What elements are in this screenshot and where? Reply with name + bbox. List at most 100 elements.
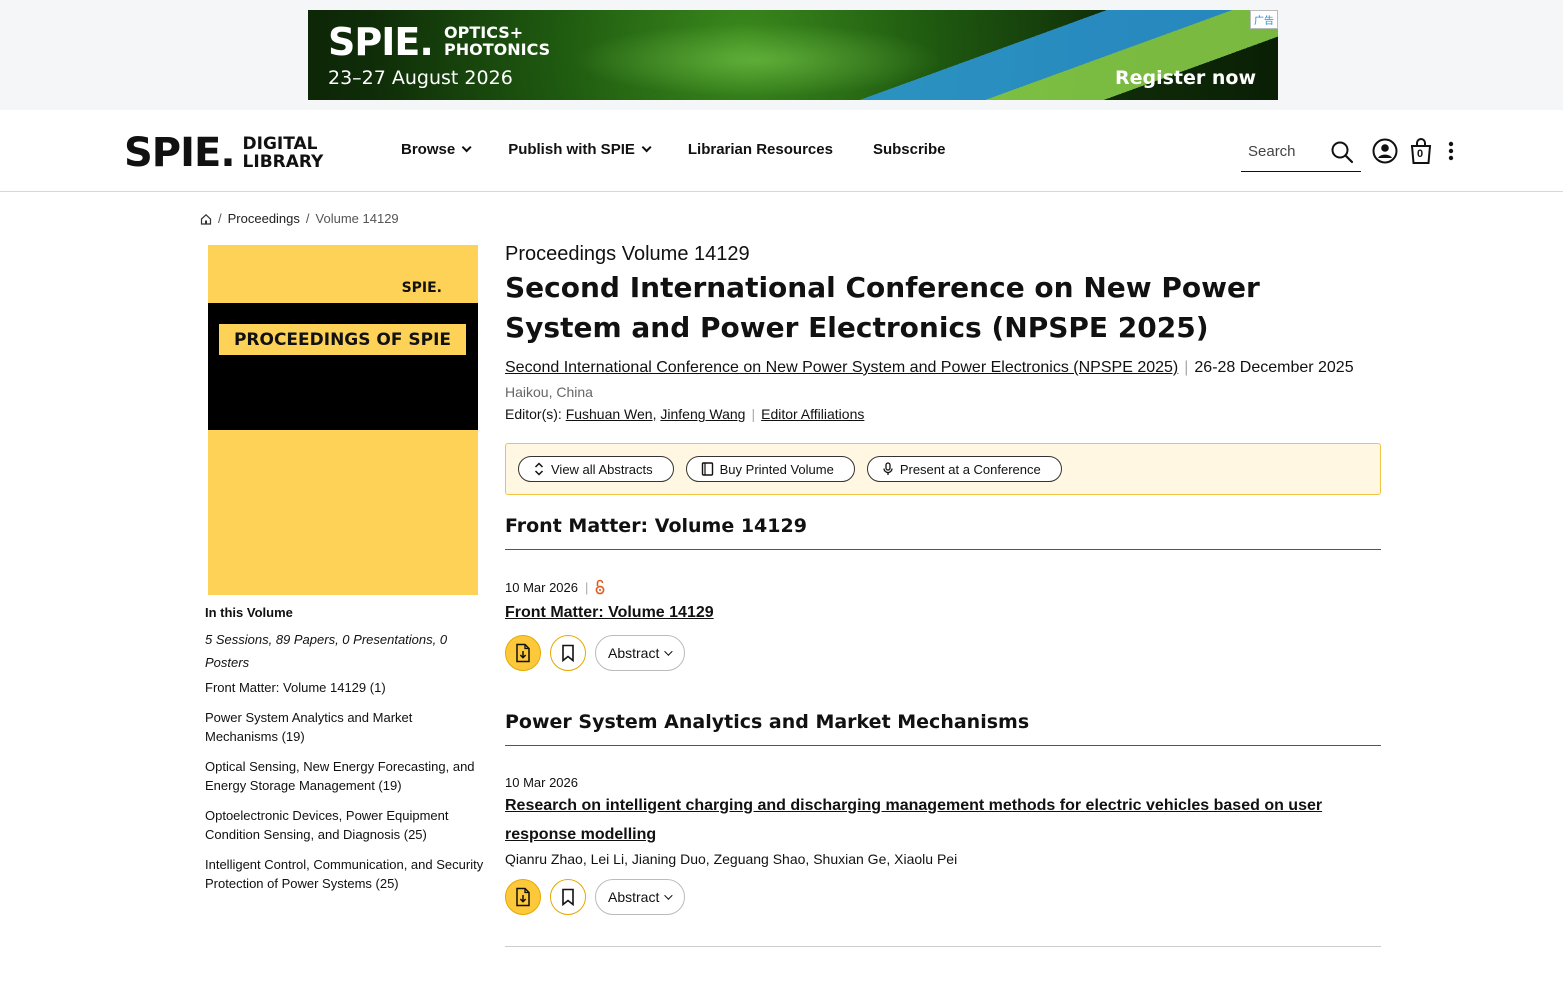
cover-band: [208, 303, 478, 430]
paper-title-link[interactable]: Front Matter: Volume 14129: [505, 598, 1381, 627]
conference-info: Second International Conference on New P…: [505, 354, 1381, 382]
ad-tag[interactable]: 广告: [1250, 10, 1278, 29]
paper-date: 10 Mar 2026: [505, 775, 578, 790]
paper-title-link[interactable]: Research on intelligent charging and dis…: [505, 791, 1381, 849]
book-icon: [701, 462, 714, 476]
buy-printed-volume-label: Buy Printed Volume: [719, 461, 834, 477]
editors-label: Editor(s):: [505, 406, 562, 422]
volume-cover: SPIE. PROCEEDINGS OF SPIE: [208, 245, 478, 595]
separator: |: [751, 406, 756, 422]
breadcrumb-separator: /: [218, 211, 222, 226]
conference-dates: 26-28 December 2025: [1194, 359, 1354, 376]
session-link[interactable]: Intelligent Control, Communication, and …: [205, 855, 485, 893]
section: Front Matter: Volume 14129 10 Mar 2026 |…: [505, 515, 1381, 671]
present-conference-button[interactable]: Present at a Conference: [866, 456, 1062, 482]
download-file-icon: [516, 643, 530, 663]
nav-browse-label: Browse: [401, 141, 456, 158]
ad-banner[interactable]: SPIE. OPTICS+ PHOTONICS 23–27 August 202…: [308, 10, 1278, 100]
separator: |: [585, 579, 589, 595]
session-link[interactable]: Front Matter: Volume 14129 (1): [205, 678, 485, 697]
breadcrumb-separator: /: [305, 211, 310, 226]
site-header: SPIE. DIGITAL LIBRARY Browse Publish wit…: [0, 110, 1563, 192]
ad-subtitle: OPTICS+ PHOTONICS: [444, 23, 551, 59]
nav-librarian-label: Librarian Resources: [687, 141, 833, 158]
paper-date-line: 10 Mar 2026: [505, 775, 1381, 790]
bookmark-icon: [562, 644, 574, 662]
ad-logo: SPIE.: [328, 20, 434, 64]
section: Power System Analytics and Market Mechan…: [505, 711, 1381, 947]
view-all-abstracts-button[interactable]: View all Abstracts: [518, 456, 674, 482]
download-pdf-button[interactable]: [505, 635, 541, 671]
search-icon[interactable]: [1330, 140, 1354, 164]
brand-spie: SPIE.: [124, 130, 236, 176]
cover-spie-logo: SPIE.: [401, 280, 442, 296]
breadcrumb: / Proceedings / Volume 14129: [200, 211, 399, 226]
view-all-abstracts-label: View all Abstracts: [551, 461, 653, 477]
account-icon[interactable]: [1371, 137, 1399, 165]
cart-icon[interactable]: 0: [1408, 136, 1434, 166]
site-logo[interactable]: SPIE. DIGITAL LIBRARY: [124, 130, 338, 176]
section-title: Power System Analytics and Market Mechan…: [505, 711, 1381, 746]
chevron-down-icon: [664, 891, 674, 900]
conference-location: Haikou, China: [505, 384, 593, 400]
nav-subscribe-label: Subscribe: [872, 141, 946, 158]
download-file-icon: [516, 887, 530, 907]
abstract-toggle-button[interactable]: Abstract: [595, 635, 686, 671]
editor-affiliations-link[interactable]: Editor Affiliations: [761, 406, 864, 422]
abstract-label: Abstract: [608, 645, 660, 661]
chevron-down-icon: [461, 142, 472, 153]
expand-icon: [533, 462, 545, 476]
session-link[interactable]: Optical Sensing, New Energy Forecasting,…: [205, 757, 485, 795]
volume-label: Proceedings Volume 14129: [505, 243, 750, 265]
paper-date: 10 Mar 2026: [505, 579, 578, 595]
main-nav: Browse Publish with SPIE Librarian Resou…: [401, 141, 985, 158]
volume-actions: View all Abstracts Buy Printed Volume Pr…: [505, 443, 1381, 495]
cart-count: 0: [1417, 148, 1424, 160]
paper-item: 10 Mar 2026 Research on intelligent char…: [505, 775, 1381, 947]
session-link[interactable]: Optoelectronic Devices, Power Equipment …: [205, 806, 485, 844]
breadcrumb-proceedings[interactable]: Proceedings: [228, 211, 300, 226]
breadcrumb-volume: Volume 14129: [315, 211, 399, 226]
in-this-volume: In this Volume 5 Sessions, 89 Papers, 0 …: [205, 605, 485, 904]
nav-subscribe[interactable]: Subscribe: [873, 141, 946, 158]
home-icon[interactable]: [200, 213, 212, 225]
separator: |: [1184, 359, 1189, 376]
microphone-icon: [882, 462, 894, 476]
ad-band: SPIE. OPTICS+ PHOTONICS 23–27 August 202…: [0, 0, 1563, 110]
paper-actions: Abstract: [505, 635, 1381, 671]
section-title: Front Matter: Volume 14129: [505, 515, 1381, 550]
brand-subtitle: DIGITAL LIBRARY: [242, 134, 324, 172]
nav-publish[interactable]: Publish with SPIE: [508, 141, 652, 158]
nav-librarian[interactable]: Librarian Resources: [688, 141, 833, 158]
volume-counts: 5 Sessions, 89 Papers, 0 Presentations, …: [205, 632, 448, 670]
chevron-down-icon: [641, 142, 652, 153]
more-menu-icon[interactable]: [1444, 140, 1458, 162]
session-link[interactable]: Power System Analytics and Market Mechan…: [205, 708, 485, 746]
search-box: [1241, 132, 1361, 172]
conference-link[interactable]: Second International Conference on New P…: [505, 359, 1178, 376]
buy-printed-volume-button[interactable]: Buy Printed Volume: [685, 456, 855, 482]
open-access-icon: [595, 579, 605, 595]
bookmark-button[interactable]: [550, 879, 586, 915]
in-volume-heading: In this Volume: [205, 605, 293, 620]
paper-divider: [505, 946, 1381, 947]
page-title: Second International Conference on New P…: [505, 271, 1260, 344]
bookmark-button[interactable]: [550, 635, 586, 671]
paper-item: 10 Mar 2026 | Front Matter: Volume 14129…: [505, 579, 1381, 671]
nav-publish-label: Publish with SPIE: [508, 141, 635, 158]
abstract-toggle-button[interactable]: Abstract: [595, 879, 686, 915]
paper-actions: Abstract: [505, 879, 1381, 915]
nav-browse[interactable]: Browse: [401, 141, 472, 158]
paper-date-line: 10 Mar 2026 |: [505, 579, 1381, 595]
bookmark-icon: [562, 888, 574, 906]
search-input[interactable]: [1241, 143, 1326, 160]
main-content: Proceedings Volume 14129 Second Internat…: [505, 243, 1381, 947]
editors-line: Editor(s): Fushuan Wen, Jinfeng Wang | Edi…: [505, 406, 1381, 422]
present-conference-label: Present at a Conference: [899, 461, 1041, 477]
ad-register-link[interactable]: Register now: [1115, 67, 1256, 89]
editor-link[interactable]: Jinfeng Wang: [660, 406, 745, 422]
download-pdf-button[interactable]: [505, 879, 541, 915]
editor-link[interactable]: Fushuan Wen: [566, 406, 653, 422]
abstract-label: Abstract: [608, 889, 660, 905]
ad-date: 23–27 August 2026: [328, 67, 513, 89]
